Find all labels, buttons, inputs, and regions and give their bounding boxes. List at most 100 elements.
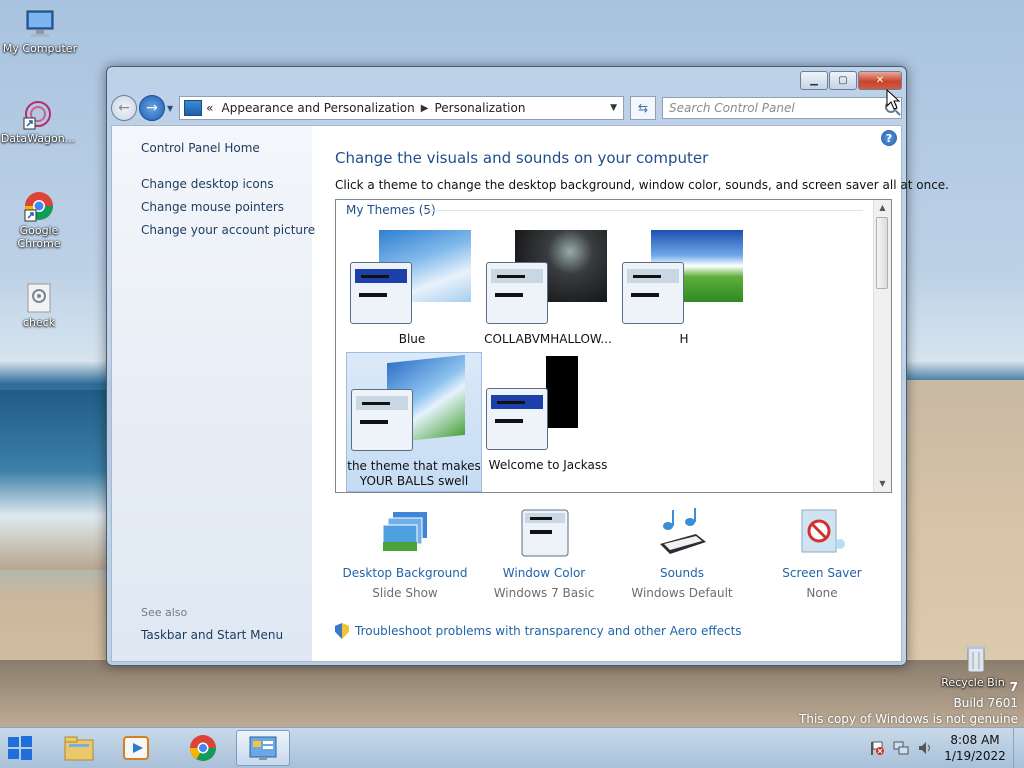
desktop-background-button[interactable]: Desktop Background Slide Show [335,508,475,600]
watermark-build: Build 7601 [953,696,1018,710]
desktop-icon-recycle-bin[interactable]: Recycle Bin [936,644,1016,689]
taskbar-chrome-button[interactable] [180,730,226,766]
control-panel-icon [249,736,277,760]
troubleshoot-label: Troubleshoot problems with transparency … [355,624,742,638]
watermark-genuine: This copy of Windows is not genuine [799,712,1018,726]
window-preview-titlebar [355,269,407,283]
window-preview-titlebar [491,269,543,283]
search-placeholder: Search Control Panel [669,101,795,115]
back-arrow-icon: ← [118,100,130,116]
scroll-down-icon[interactable]: ▼ [874,476,891,492]
help-button[interactable]: ? [881,130,897,146]
control-panel-home-link[interactable]: Control Panel Home [141,141,260,155]
window-preview [622,262,684,324]
desktop-icon-datawagon[interactable]: DataWagon... [0,98,78,145]
breadcrumb-separator-icon[interactable]: ▶ [421,103,429,114]
window-preview-titlebar [356,396,408,410]
chrome-icon [23,190,55,222]
change-account-picture-link[interactable]: Change your account picture [141,223,315,237]
help-icon: ? [885,131,893,145]
network-icon[interactable] [892,739,910,757]
recent-pages-dropdown[interactable]: ▼ [167,104,173,113]
window-color-value: Windows 7 Basic [493,586,595,600]
computer-icon [24,8,56,40]
change-desktop-icons-link[interactable]: Change desktop icons [141,177,274,191]
breadcrumb-appearance[interactable]: Appearance and Personalization [222,101,415,115]
troubleshoot-link[interactable]: Troubleshoot problems with transparency … [335,623,742,639]
scroll-up-icon[interactable]: ▲ [874,200,891,216]
window-preview [486,262,548,324]
desktop-icon-google-chrome[interactable]: Google Chrome [0,190,79,250]
theme-label-line1: the theme that makes [347,459,481,473]
folder-icon [64,736,94,761]
desktop-background-icon [379,508,431,560]
desktop-icon-label: check [22,316,56,329]
window-color-icon [518,508,570,560]
chrome-icon [190,735,216,761]
themes-list: My Themes (5) Blue COLLABVMHALLOW... H t… [335,199,892,493]
page-title: Change the visuals and sounds on your co… [335,149,709,167]
themes-scrollbar[interactable]: ▲ ▼ [873,200,891,492]
forward-arrow-icon: → [146,100,158,116]
window-preview-line [495,419,523,423]
page-subtitle: Click a theme to change the desktop back… [335,178,949,192]
window-color-label: Window Color [502,566,586,580]
window-preview-titlebar [491,395,543,409]
taskbar-media-player-button[interactable] [114,730,160,766]
desktop-icon-check[interactable]: check [0,282,79,329]
group-divider [424,210,863,211]
back-button[interactable]: ← [111,95,137,121]
theme-label: Blue [398,332,426,346]
window-preview-line [631,293,659,297]
theme-item-swell[interactable]: the theme that makes YOUR BALLS swell [346,352,482,492]
navigation-bar: ← → ▼ « Appearance and Personalization ▶… [111,95,902,121]
window-preview-line [359,293,387,297]
theme-item-collabvm[interactable]: COLLABVMHALLOW... [480,226,616,366]
desktop-icon-label: Recycle Bin [941,676,1005,689]
desktop-background-value: Slide Show [372,586,438,600]
start-button[interactable] [0,728,40,768]
show-desktop-button[interactable] [1013,728,1024,768]
screen-saver-value: None [806,586,838,600]
theme-item-blue[interactable]: Blue [344,226,480,366]
window-preview [486,388,548,450]
refresh-button[interactable]: ⇆ [630,96,656,120]
minimize-button[interactable]: ▁ [800,71,828,90]
taskbar-start-menu-link[interactable]: Taskbar and Start Menu [141,628,283,642]
themes-group-header[interactable]: My Themes (5) [346,203,436,217]
windows-logo-icon [8,736,32,760]
search-input[interactable]: Search Control Panel [662,97,902,119]
window-color-button[interactable]: Window Color Windows 7 Basic [474,508,614,600]
action-center-flag-icon[interactable] [868,739,886,757]
address-overflow[interactable]: « [206,101,213,115]
taskbar-explorer-button[interactable] [56,730,102,766]
desktop-icon-my-computer[interactable]: My Computer [0,8,80,55]
watermark-version: 7 [1009,680,1018,694]
address-dropdown-icon[interactable]: ▼ [610,103,617,113]
sounds-label: Sounds [659,566,705,580]
theme-label: COLLABVMHALLOW... [484,332,612,346]
forward-button[interactable]: → [139,95,165,121]
screen-saver-button[interactable]: Screen Saver None [752,508,892,600]
clock-time: 8:08 AM [950,733,1000,747]
screen-saver-label: Screen Saver [782,566,862,580]
change-mouse-pointers-link[interactable]: Change mouse pointers [141,200,284,214]
breadcrumb-personalization[interactable]: Personalization [434,101,525,115]
window-preview [350,262,412,324]
clock[interactable]: 8:08 AM 1/19/2022 [937,732,1013,764]
address-bar[interactable]: « Appearance and Personalization ▶ Perso… [179,96,624,120]
sounds-value: Windows Default [631,586,733,600]
taskbar-control-panel-button[interactable] [236,730,290,766]
volume-icon[interactable] [916,739,934,757]
clock-date: 1/19/2022 [944,749,1006,763]
shield-icon [335,623,349,639]
maximize-icon: ▢ [838,75,848,86]
theme-item-h[interactable]: H [616,226,752,366]
theme-item-jackass[interactable]: Welcome to Jackass [480,352,616,492]
sounds-button[interactable]: Sounds Windows Default [612,508,752,600]
maximize-button[interactable]: ▢ [829,71,857,90]
minimize-icon: ▁ [810,75,818,86]
close-button[interactable]: ✕ [858,71,902,90]
scrollbar-thumb[interactable] [876,217,888,289]
screen-saver-icon [796,508,848,560]
